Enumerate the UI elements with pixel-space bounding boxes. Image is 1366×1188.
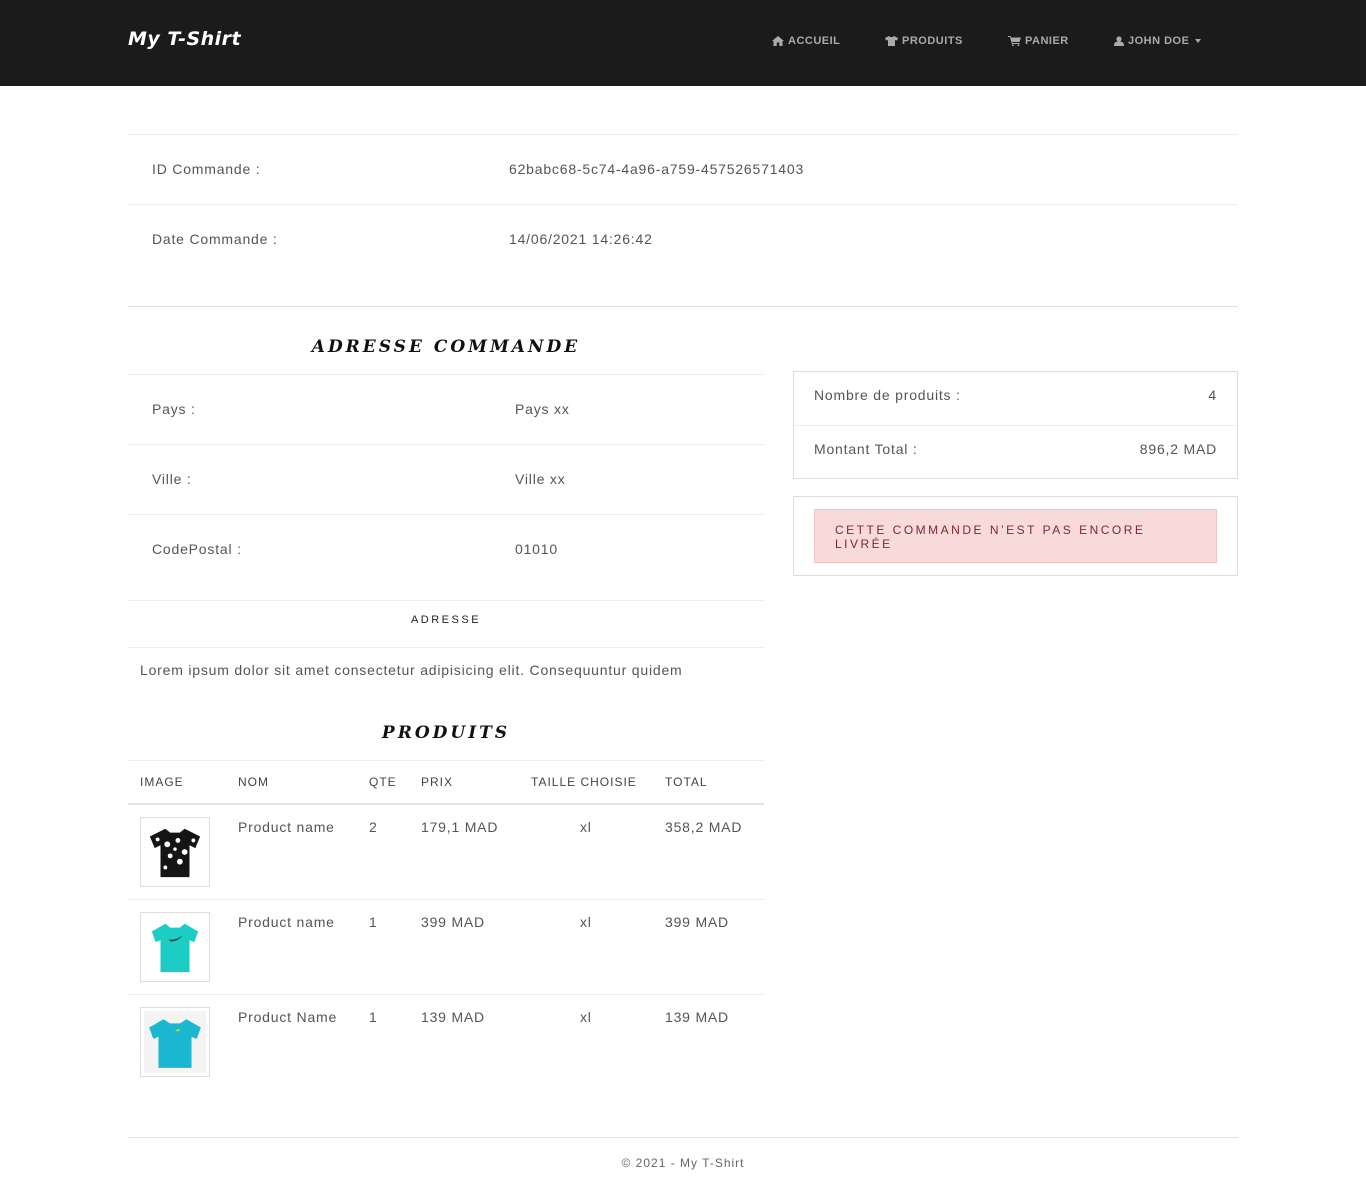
product-name: Product name xyxy=(238,819,335,835)
nav-panier[interactable]: Panier xyxy=(1008,35,1069,47)
order-id-label: ID Commande : xyxy=(152,161,261,177)
nav-produits-label: Produits xyxy=(902,35,963,47)
country-label: Pays : xyxy=(152,401,196,417)
column-header-name: Nom xyxy=(238,775,269,789)
home-icon xyxy=(772,36,784,46)
product-image[interactable] xyxy=(140,1007,210,1077)
product-price: 179,1 MAD xyxy=(421,819,499,835)
order-status-box: Cette commande n’est pas encore livrée xyxy=(793,496,1238,576)
product-size: xl xyxy=(580,1009,592,1025)
column-header-price: Prix xyxy=(421,775,454,789)
divider xyxy=(128,899,764,900)
divider xyxy=(128,204,1238,205)
order-date-label: Date Commande : xyxy=(152,231,278,247)
product-name: Product Name xyxy=(238,1009,338,1025)
brand-logo[interactable]: My T-Shirt xyxy=(128,28,241,50)
product-count-value: 4 xyxy=(1208,387,1217,403)
tshirt-icon xyxy=(885,36,898,46)
divider xyxy=(128,514,764,515)
cart-icon xyxy=(1008,36,1021,46)
nav-produits[interactable]: Produits xyxy=(885,35,963,47)
tshirt-icon xyxy=(149,828,201,878)
divider xyxy=(128,1137,1238,1138)
product-count-label: Nombre de produits : xyxy=(814,387,961,403)
chevron-down-icon xyxy=(1195,39,1202,43)
order-status-alert: Cette commande n’est pas encore livrée xyxy=(814,509,1217,563)
nav-panier-label: Panier xyxy=(1025,35,1069,47)
column-header-size: Taille Choisie xyxy=(531,775,637,789)
column-header-qty: Qte xyxy=(369,775,397,789)
order-id-value: 62babc68-5c74-4a96-a759-457526571403 xyxy=(509,161,805,177)
product-price: 139 MAD xyxy=(421,1009,485,1025)
postal-code-label: CodePostal : xyxy=(152,541,242,557)
divider xyxy=(128,374,764,375)
divider xyxy=(128,134,1238,135)
product-image[interactable] xyxy=(140,817,210,887)
order-date-value: 14/06/2021 14:26:42 xyxy=(509,231,653,247)
divider xyxy=(128,306,1238,307)
divider xyxy=(128,994,764,995)
nav-accueil-label: Accueil xyxy=(788,35,841,47)
divider xyxy=(128,760,764,761)
divider xyxy=(128,803,764,805)
total-amount-label: Montant Total : xyxy=(814,441,918,457)
order-summary-box: Nombre de produits : 4 Montant Total : 8… xyxy=(793,371,1238,479)
user-icon xyxy=(1114,36,1124,46)
product-name: Product name xyxy=(238,914,335,930)
product-size: xl xyxy=(580,819,592,835)
product-qty: 1 xyxy=(369,1009,378,1025)
divider xyxy=(128,600,764,601)
postal-code-value: 01010 xyxy=(515,541,558,557)
address-section-title: Adresse Commande xyxy=(311,337,581,357)
divider xyxy=(128,444,764,445)
product-qty: 2 xyxy=(369,819,378,835)
nav-user-dropdown[interactable]: John Doe xyxy=(1114,35,1202,47)
product-qty: 1 xyxy=(369,914,378,930)
product-price: 399 MAD xyxy=(421,914,485,930)
product-size: xl xyxy=(580,914,592,930)
city-label: Ville : xyxy=(152,471,192,487)
nav-user-label: John Doe xyxy=(1128,35,1190,47)
product-total: 358,2 MAD xyxy=(665,819,743,835)
nav-accueil[interactable]: Accueil xyxy=(772,35,840,47)
divider xyxy=(128,647,764,648)
tshirt-icon xyxy=(151,923,199,973)
tshirt-icon xyxy=(144,1011,206,1073)
navbar: My T-Shirt Accueil Produits Panier John … xyxy=(0,0,1366,86)
city-value: Ville xx xyxy=(515,471,566,487)
product-total: 139 MAD xyxy=(665,1009,729,1025)
footer-copyright: © 2021 - My T-Shirt xyxy=(621,1156,745,1170)
adresse-text: Lorem ipsum dolor sit amet consectetur a… xyxy=(140,662,683,678)
divider xyxy=(794,425,1237,426)
adresse-heading: Adresse xyxy=(410,614,482,626)
country-value: Pays xx xyxy=(515,401,570,417)
product-image[interactable] xyxy=(140,912,210,982)
product-total: 399 MAD xyxy=(665,914,729,930)
column-header-image: Image xyxy=(140,775,184,789)
total-amount-value: 896,2 MAD xyxy=(1139,441,1217,457)
order-status-message: Cette commande n’est pas encore livrée xyxy=(835,523,1146,551)
column-header-total: Total xyxy=(665,775,708,789)
products-section-title: Produits xyxy=(381,723,511,743)
